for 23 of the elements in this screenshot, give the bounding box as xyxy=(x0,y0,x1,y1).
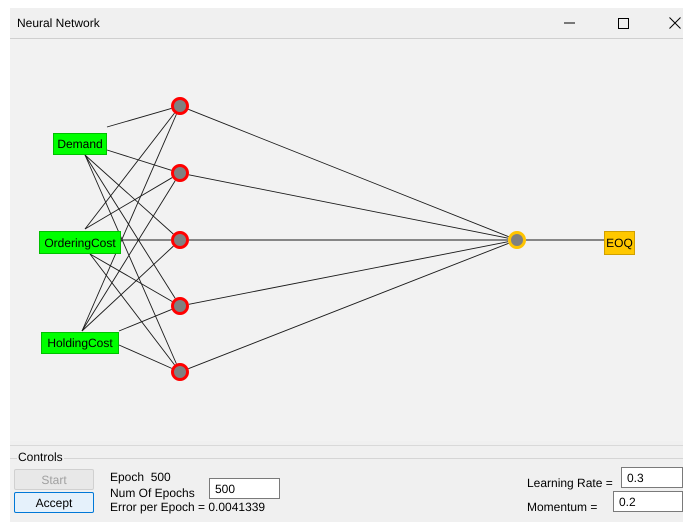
neuron-node xyxy=(171,363,189,381)
neuron-node xyxy=(171,231,189,249)
control-button[interactable]: Accept xyxy=(14,492,94,513)
error-label: Error per Epoch = 0.0041339 xyxy=(110,501,266,514)
output-label: EOQ xyxy=(604,231,635,255)
neuron-node xyxy=(171,164,189,182)
input-label: Demand xyxy=(53,133,107,155)
momentum-field[interactable]: 0.2 xyxy=(613,491,683,512)
epoch-label: Epoch 500 xyxy=(110,470,171,484)
neuron-node xyxy=(508,231,526,249)
num-epochs-label: Num Of Epochs xyxy=(110,486,195,500)
input-label: OrderingCost xyxy=(39,231,121,254)
neuron-node xyxy=(171,97,189,115)
window-title: Neural Network xyxy=(17,15,100,32)
close-icon[interactable] xyxy=(669,17,681,29)
learning-rate-field[interactable]: 0.3 xyxy=(621,467,683,488)
num-epochs-field[interactable]: 500 xyxy=(209,478,280,499)
neuron-node xyxy=(171,297,189,315)
momentum-label: Momentum = xyxy=(527,500,598,514)
learning-rate-label: Learning Rate = xyxy=(527,476,613,490)
input-label: HoldingCost xyxy=(41,332,119,354)
minimize-icon[interactable] xyxy=(564,22,575,24)
maximize-icon[interactable] xyxy=(618,18,629,28)
